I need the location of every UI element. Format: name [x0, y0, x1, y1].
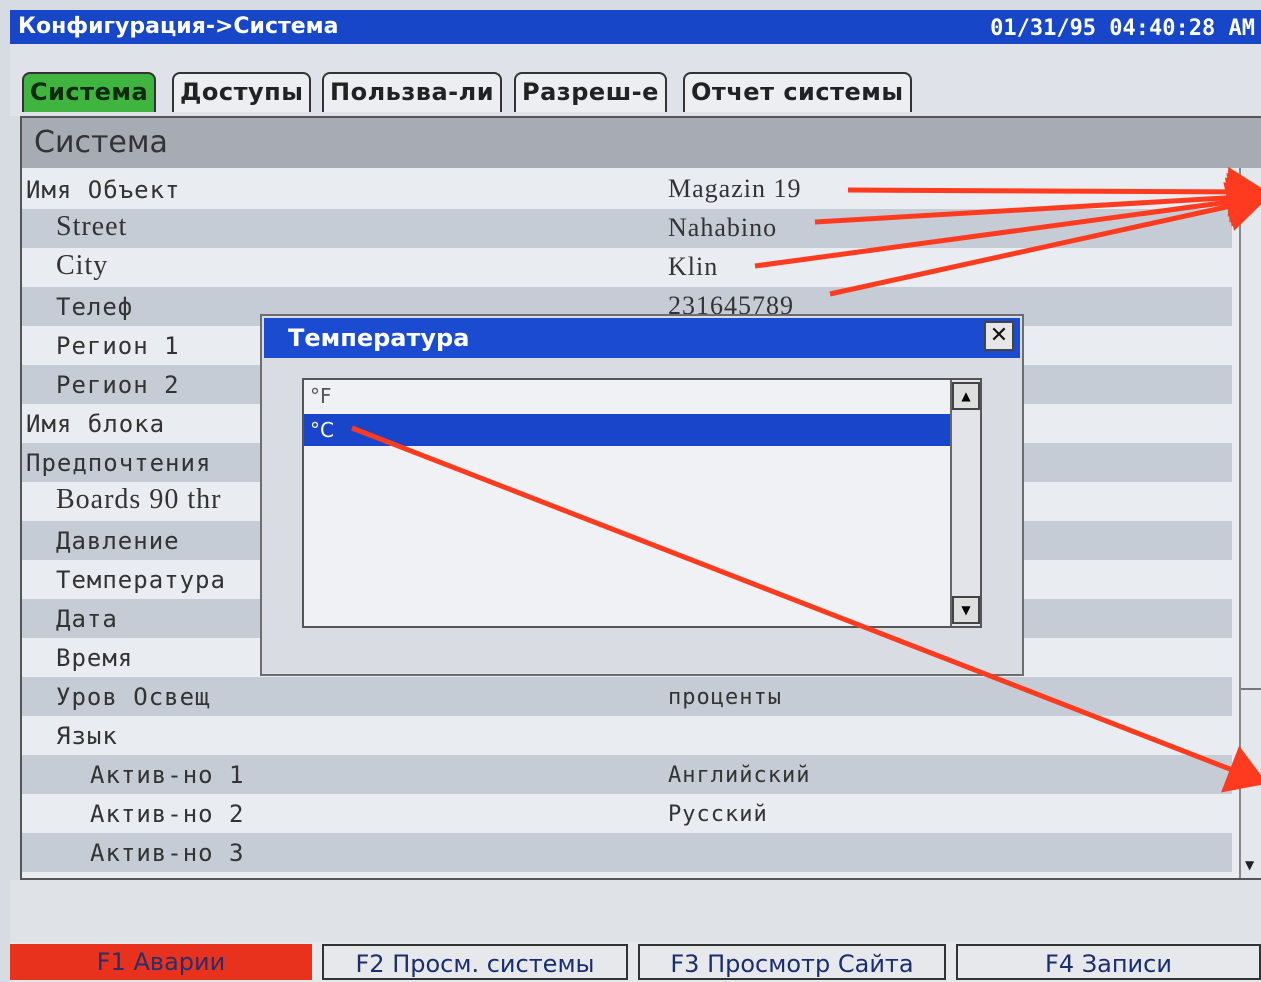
- tab-system-report[interactable]: Отчет системы: [683, 72, 912, 112]
- row-label: Предпочтения: [26, 449, 212, 477]
- row-label: Имя Объект: [26, 176, 181, 204]
- row-label: City: [56, 250, 109, 281]
- tab-system[interactable]: Система: [22, 72, 157, 112]
- tab-permissions[interactable]: Разреш-е: [514, 72, 667, 112]
- tab-users[interactable]: Пользва-ли: [322, 72, 503, 112]
- row-value: Nahabino: [668, 213, 778, 242]
- row-label: Актив-но 3: [90, 839, 245, 867]
- row-label: Язык: [56, 722, 118, 750]
- close-icon[interactable]: ✕: [984, 321, 1014, 351]
- row-label: Регион 1: [56, 332, 180, 360]
- option-fahrenheit[interactable]: °F: [304, 380, 950, 412]
- row-label: Имя блока: [26, 410, 166, 438]
- temperature-dialog: Температура ✕ °F °C ▲ ▼: [260, 314, 1024, 676]
- tab-access[interactable]: Доступы: [172, 72, 312, 112]
- dialog-title: Температура: [264, 318, 1020, 358]
- scroll-down-icon[interactable]: ▼: [952, 596, 980, 624]
- row-active-3[interactable]: Актив-но 3: [22, 833, 1232, 872]
- f1-alarms-button[interactable]: F1 Аварии: [10, 944, 312, 980]
- f4-logs-button[interactable]: F4 Записи: [956, 944, 1261, 980]
- unit-listbox[interactable]: °F °C ▲ ▼: [302, 378, 982, 628]
- panel-scrollbar[interactable]: ▼: [1239, 168, 1261, 878]
- row-label: Время: [56, 644, 134, 672]
- row-language[interactable]: Язык: [22, 716, 1232, 755]
- status-area: [10, 880, 1261, 942]
- row-light-level[interactable]: Уров Освещ проценты: [22, 677, 1232, 716]
- row-value: Русский: [668, 802, 768, 827]
- option-celsius[interactable]: °C: [304, 414, 950, 446]
- window-title: Конфигурация->Система: [18, 14, 339, 39]
- function-key-bar: F1 Аварии F2 Просм. системы F3 Просмотр …: [10, 942, 1261, 982]
- row-label: Давление: [56, 527, 180, 555]
- row-active-1[interactable]: Актив-но 1 Английский: [22, 755, 1232, 794]
- title-bar: Конфигурация->Система 01/31/95 04:40:28 …: [10, 10, 1261, 44]
- row-street[interactable]: Street Nahabino: [22, 209, 1232, 248]
- row-city[interactable]: City Klin: [22, 248, 1232, 287]
- row-value: Klin: [668, 252, 719, 281]
- scroll-down-icon[interactable]: ▼: [1245, 858, 1254, 872]
- f3-site-view-button[interactable]: F3 Просмотр Сайта: [638, 944, 946, 980]
- row-value: Magazin 19: [668, 174, 802, 203]
- f2-system-view-button[interactable]: F2 Просм. системы: [322, 944, 628, 980]
- row-label: Boards 90 thr: [56, 484, 222, 515]
- scroll-up-icon[interactable]: ▲: [952, 382, 980, 410]
- row-label: Регион 2: [56, 371, 180, 399]
- scrollbar-divider: [1241, 688, 1261, 690]
- row-site-name[interactable]: Имя Объект Magazin 19: [22, 170, 1232, 209]
- row-label: Уров Освещ: [56, 683, 211, 711]
- row-label: Street: [56, 211, 128, 242]
- row-active-2[interactable]: Актив-но 2 Русский: [22, 794, 1232, 833]
- listbox-scrollbar[interactable]: ▲ ▼: [950, 380, 980, 626]
- panel-header: Система: [22, 118, 1261, 168]
- row-label: Актив-но 2: [90, 800, 245, 828]
- row-label: Телеф: [56, 293, 134, 321]
- row-label: Температура: [56, 566, 226, 594]
- row-label: Дата: [56, 605, 118, 633]
- row-value: Английский: [668, 763, 811, 788]
- row-value: проценты: [668, 685, 782, 710]
- clock: 01/31/95 04:40:28 AM: [990, 16, 1255, 41]
- row-label: Актив-но 1: [90, 761, 245, 789]
